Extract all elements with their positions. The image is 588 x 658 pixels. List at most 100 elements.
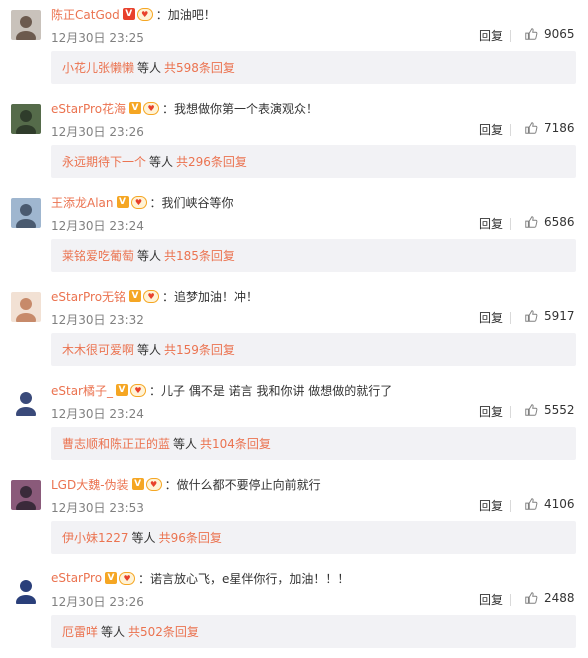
divider <box>510 406 511 418</box>
divider <box>510 124 511 136</box>
fan-badge-icon: ♥ <box>136 7 153 21</box>
reply-count-link[interactable]: 共185条回复 <box>164 247 235 264</box>
timestamp: 12月30日 23:32 <box>51 313 144 327</box>
comment-list: 陈正CatGod V ♥ ：加油吧！ 12月30日 23:25 回复 9065 小花儿张懒懒等… <box>0 0 588 658</box>
reply-count-link[interactable]: 共296条回复 <box>176 153 247 170</box>
reply-user-names[interactable]: 木木很可爱啊 <box>62 341 134 358</box>
comment-text: ：我想做你第一个表演观众！ <box>162 101 319 116</box>
divider <box>510 594 511 606</box>
comment-item: LGD大魏-伪装 V ♥ ：做什么都不要停止向前就行 12月30日 23:53 回复 410… <box>0 470 588 564</box>
username[interactable]: 陈正CatGod <box>51 6 120 23</box>
reply-count-link[interactable]: 共96条回复 <box>159 529 222 546</box>
comment-text: ：加油吧！ <box>155 7 216 22</box>
verified-badge-icon: V <box>131 478 144 490</box>
like-button[interactable]: 5552 <box>524 403 575 417</box>
fan-badge-icon: ♥ <box>143 101 160 115</box>
username[interactable]: eStar橘子_ <box>51 382 113 399</box>
reply-count-link[interactable]: 共502条回复 <box>128 623 199 640</box>
fan-badge-icon: ♥ <box>145 477 162 491</box>
avatar[interactable] <box>11 480 41 510</box>
thumbs-up-icon <box>524 309 544 323</box>
reply-user-names[interactable]: 小花儿张懒懒 <box>62 59 134 76</box>
timestamp: 12月30日 23:25 <box>51 31 144 45</box>
username[interactable]: eStarPro <box>51 571 102 585</box>
reply-button[interactable]: 回复 <box>479 403 503 420</box>
reply-button[interactable]: 回复 <box>479 215 503 232</box>
reply-count-link[interactable]: 共598条回复 <box>164 59 235 76</box>
verified-badge-icon: V <box>129 102 142 114</box>
timestamp: 12月30日 23:24 <box>51 407 144 421</box>
username[interactable]: eStarPro无铭 <box>51 288 126 305</box>
reply-user-names[interactable]: 伊小妹1227 <box>62 529 129 546</box>
reply-summary: 木木很可爱啊 等人 共159条回复 <box>51 333 576 366</box>
reply-button[interactable]: 回复 <box>479 497 503 514</box>
username[interactable]: LGD大魏-伪装 <box>51 476 129 493</box>
fan-badge-icon: ♥ <box>130 195 147 209</box>
comment-text: ：儿子 偶不是 诺言 我和你讲 做想做的就行了 <box>149 383 393 398</box>
comment-item: eStarPro花海 V ♥ ：我想做你第一个表演观众！ 12月30日 23:26 回复 7… <box>0 94 588 188</box>
like-count: 6586 <box>544 215 575 229</box>
reply-button[interactable]: 回复 <box>479 121 503 138</box>
reply-summary: 小花儿张懒懒 等人 共598条回复 <box>51 51 576 84</box>
verified-badge-icon: V <box>116 196 129 208</box>
timestamp: 12月30日 23:24 <box>51 219 144 233</box>
avatar[interactable] <box>11 104 41 134</box>
divider <box>510 500 511 512</box>
username[interactable]: eStarPro花海 <box>51 100 126 117</box>
avatar[interactable] <box>11 292 41 322</box>
like-count: 7186 <box>544 121 575 135</box>
divider <box>510 30 511 42</box>
like-count: 5917 <box>544 309 575 323</box>
comment-text: ：诺言放心飞，e星伴你行，加油！！！ <box>138 571 350 586</box>
thumbs-up-icon <box>524 403 544 417</box>
like-count: 5552 <box>544 403 575 417</box>
divider <box>510 312 511 324</box>
reply-mid-text: 等人 <box>137 249 162 263</box>
like-button[interactable]: 7186 <box>524 121 575 135</box>
reply-summary: 莱铭爱吃葡萄 等人 共185条回复 <box>51 239 576 272</box>
comment-text: ：我们峡谷等你 <box>149 195 234 210</box>
timestamp: 12月30日 23:26 <box>51 125 144 139</box>
reply-button[interactable]: 回复 <box>479 309 503 326</box>
reply-user-names[interactable]: 永远期待下一个 <box>62 153 146 170</box>
avatar[interactable] <box>11 10 41 40</box>
reply-count-link[interactable]: 共159条回复 <box>164 341 235 358</box>
like-button[interactable]: 6586 <box>524 215 575 229</box>
reply-summary: 厄雷咩 等人 共502条回复 <box>51 615 576 648</box>
reply-mid-text: 等人 <box>173 437 198 451</box>
reply-mid-text: 等人 <box>137 61 162 75</box>
reply-mid-text: 等人 <box>137 343 162 357</box>
fan-badge-icon: ♥ <box>119 571 136 585</box>
fan-badge-icon: ♥ <box>143 289 160 303</box>
like-count: 4106 <box>544 497 575 511</box>
reply-button[interactable]: 回复 <box>479 591 503 608</box>
verified-badge-icon: V <box>116 384 128 396</box>
reply-user-names[interactable]: 莱铭爱吃葡萄 <box>62 247 134 264</box>
reply-summary: 永远期待下一个 等人 共296条回复 <box>51 145 576 178</box>
like-button[interactable]: 4106 <box>524 497 575 511</box>
reply-user-names[interactable]: 曹志顺和陈正正的蓝 <box>62 435 170 452</box>
comment-item: eStarPro V ♥ ：诺言放心飞，e星伴你行，加油！！！ 12月30日 23:26… <box>0 564 588 658</box>
reply-count-link[interactable]: 共104条回复 <box>200 435 271 452</box>
comment-text: ：追梦加油！冲！ <box>162 289 259 304</box>
comment-item: 陈正CatGod V ♥ ：加油吧！ 12月30日 23:25 回复 9065 小花儿张懒懒等… <box>0 0 588 94</box>
comment-item: eStar橘子_ V ♥ ：儿子 偶不是 诺言 我和你讲 做想做的就行了 12月30日 … <box>0 376 588 470</box>
avatar[interactable] <box>11 574 41 604</box>
like-button[interactable]: 2488 <box>524 591 575 605</box>
thumbs-up-icon <box>524 215 544 229</box>
username[interactable]: 王添龙Alan <box>51 194 114 211</box>
reply-button[interactable]: 回复 <box>479 27 503 44</box>
verified-badge-icon: V <box>129 290 142 302</box>
avatar[interactable] <box>11 198 41 228</box>
thumbs-up-icon <box>524 591 544 605</box>
reply-user-names[interactable]: 厄雷咩 <box>62 623 98 640</box>
reply-summary: 曹志顺和陈正正的蓝 等人 共104条回复 <box>51 427 576 460</box>
divider <box>510 218 511 230</box>
like-count: 9065 <box>544 27 575 41</box>
comment-text: ：做什么都不要停止向前就行 <box>164 477 321 492</box>
timestamp: 12月30日 23:26 <box>51 595 144 609</box>
like-count: 2488 <box>544 591 575 605</box>
like-button[interactable]: 9065 <box>524 27 575 41</box>
like-button[interactable]: 5917 <box>524 309 575 323</box>
avatar[interactable] <box>11 386 41 416</box>
